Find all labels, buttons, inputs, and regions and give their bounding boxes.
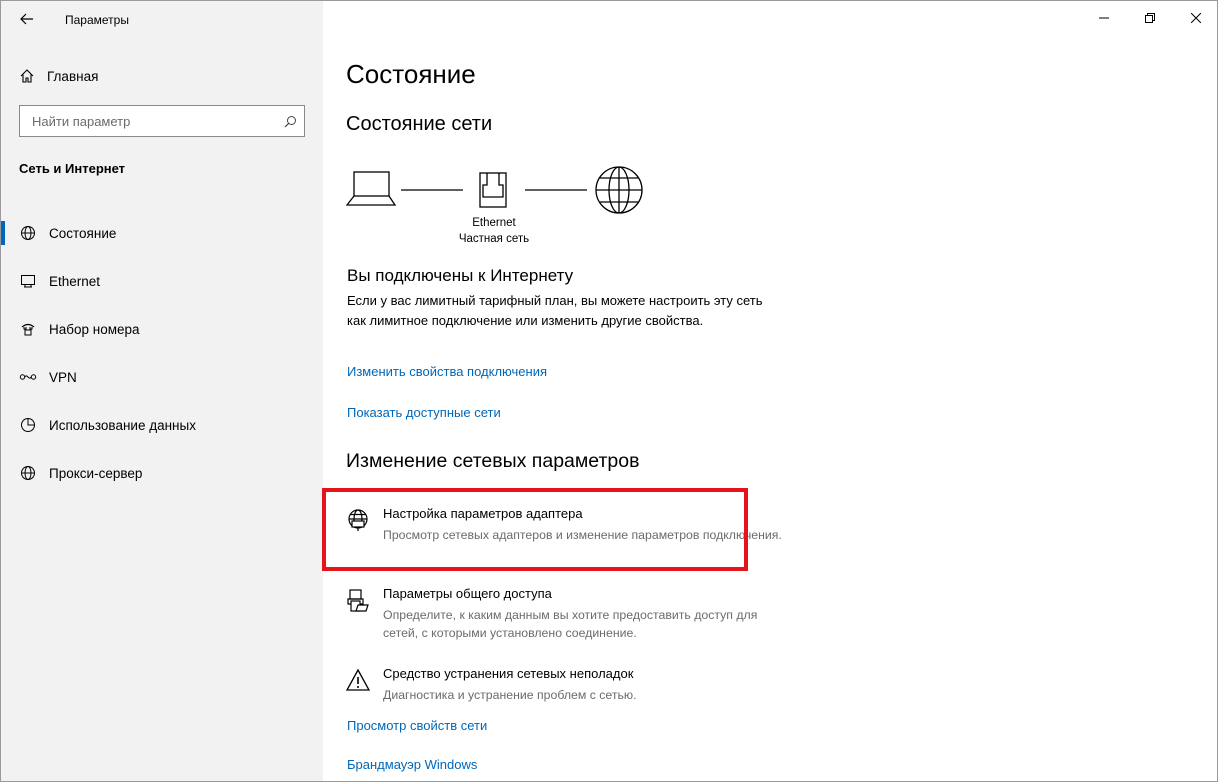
globe-icon: [19, 224, 37, 242]
sidebar-nav: Состояние Ethernet Набор номера VPN Испо…: [1, 209, 323, 497]
back-button[interactable]: [11, 5, 43, 33]
network-name: Частная сеть: [458, 233, 530, 245]
nav-home[interactable]: Главная: [19, 63, 309, 89]
adapter-name: Ethernet: [472, 217, 516, 229]
search-box[interactable]: [19, 105, 305, 137]
change-connection-properties-link[interactable]: Изменить свойства подключения: [347, 364, 547, 379]
search-input[interactable]: [30, 112, 276, 130]
setting-title: Средство устранения сетевых неполадок: [383, 666, 634, 681]
adapter-icon: [348, 509, 368, 531]
connected-description: Если у вас лимитный тарифный план, вы мо…: [347, 293, 763, 328]
setting-description: Определите, к каким данным вы хотите пре…: [383, 608, 758, 640]
main-content: Состояние Состояние сети Ethernet Частна…: [346, 1, 1206, 781]
sidebar-item-status[interactable]: Состояние: [1, 209, 323, 257]
search-icon[interactable]: [276, 115, 304, 128]
setting-description: Просмотр сетевых адаптеров и изменение п…: [383, 528, 782, 542]
warning-icon: [346, 668, 370, 691]
ethernet-port-icon: [479, 172, 507, 208]
page-title: Состояние: [346, 59, 476, 89]
sidebar-item-label: Набор номера: [49, 321, 140, 337]
network-diagram-graphic: [346, 166, 643, 214]
nav-home-label: Главная: [47, 68, 99, 84]
globe-icon: [19, 464, 37, 482]
setting-title: Настройка параметров адаптера: [383, 506, 583, 521]
data-usage-icon: [19, 416, 37, 434]
sidebar-item-ethernet[interactable]: Ethernet: [1, 257, 323, 305]
sharing-options-item[interactable]: Параметры общего доступа Определите, к к…: [346, 586, 786, 648]
window-title: Параметры: [65, 13, 129, 27]
show-available-networks-link[interactable]: Показать доступные сети: [347, 405, 501, 420]
connected-heading: Вы подключены к Интернету: [347, 266, 574, 285]
sidebar-item-proxy[interactable]: Прокси-сервер: [1, 449, 323, 497]
setting-title: Параметры общего доступа: [383, 586, 552, 601]
laptop-icon: [346, 171, 397, 206]
dialup-icon: [19, 320, 37, 338]
sidebar: Параметры Главная Сеть и Интернет: [1, 1, 323, 781]
sidebar-item-vpn[interactable]: VPN: [1, 353, 323, 401]
back-arrow-icon: [20, 13, 33, 25]
sidebar-item-dialup[interactable]: Набор номера: [1, 305, 323, 353]
internet-globe-icon: [595, 166, 643, 214]
adapter-settings-item[interactable]: Настройка параметров адаптера Просмотр с…: [346, 506, 786, 568]
sidebar-item-data-usage[interactable]: Использование данных: [1, 401, 323, 449]
sharing-icon: [347, 589, 369, 612]
ethernet-icon: [19, 272, 37, 290]
change-settings-heading: Изменение сетевых параметров: [346, 450, 640, 472]
vpn-icon: [19, 368, 37, 386]
view-network-properties-link[interactable]: Просмотр свойств сети: [347, 718, 487, 733]
sidebar-section-title: Сеть и Интернет: [19, 161, 126, 176]
sidebar-item-label: Прокси-сервер: [49, 465, 143, 481]
sidebar-item-label: Использование данных: [49, 417, 196, 433]
home-icon: [20, 69, 34, 83]
setting-description: Диагностика и устранение проблем с сетью…: [383, 688, 637, 702]
sidebar-item-label: VPN: [49, 369, 77, 385]
network-diagram: Ethernet Частная сеть: [346, 161, 656, 251]
sidebar-item-label: Ethernet: [49, 273, 101, 289]
settings-window: Параметры Главная Сеть и Интернет: [0, 0, 1218, 782]
sidebar-item-label: Состояние: [49, 225, 117, 241]
network-status-heading: Состояние сети: [346, 113, 493, 135]
windows-firewall-link[interactable]: Брандмауэр Windows: [347, 757, 477, 772]
